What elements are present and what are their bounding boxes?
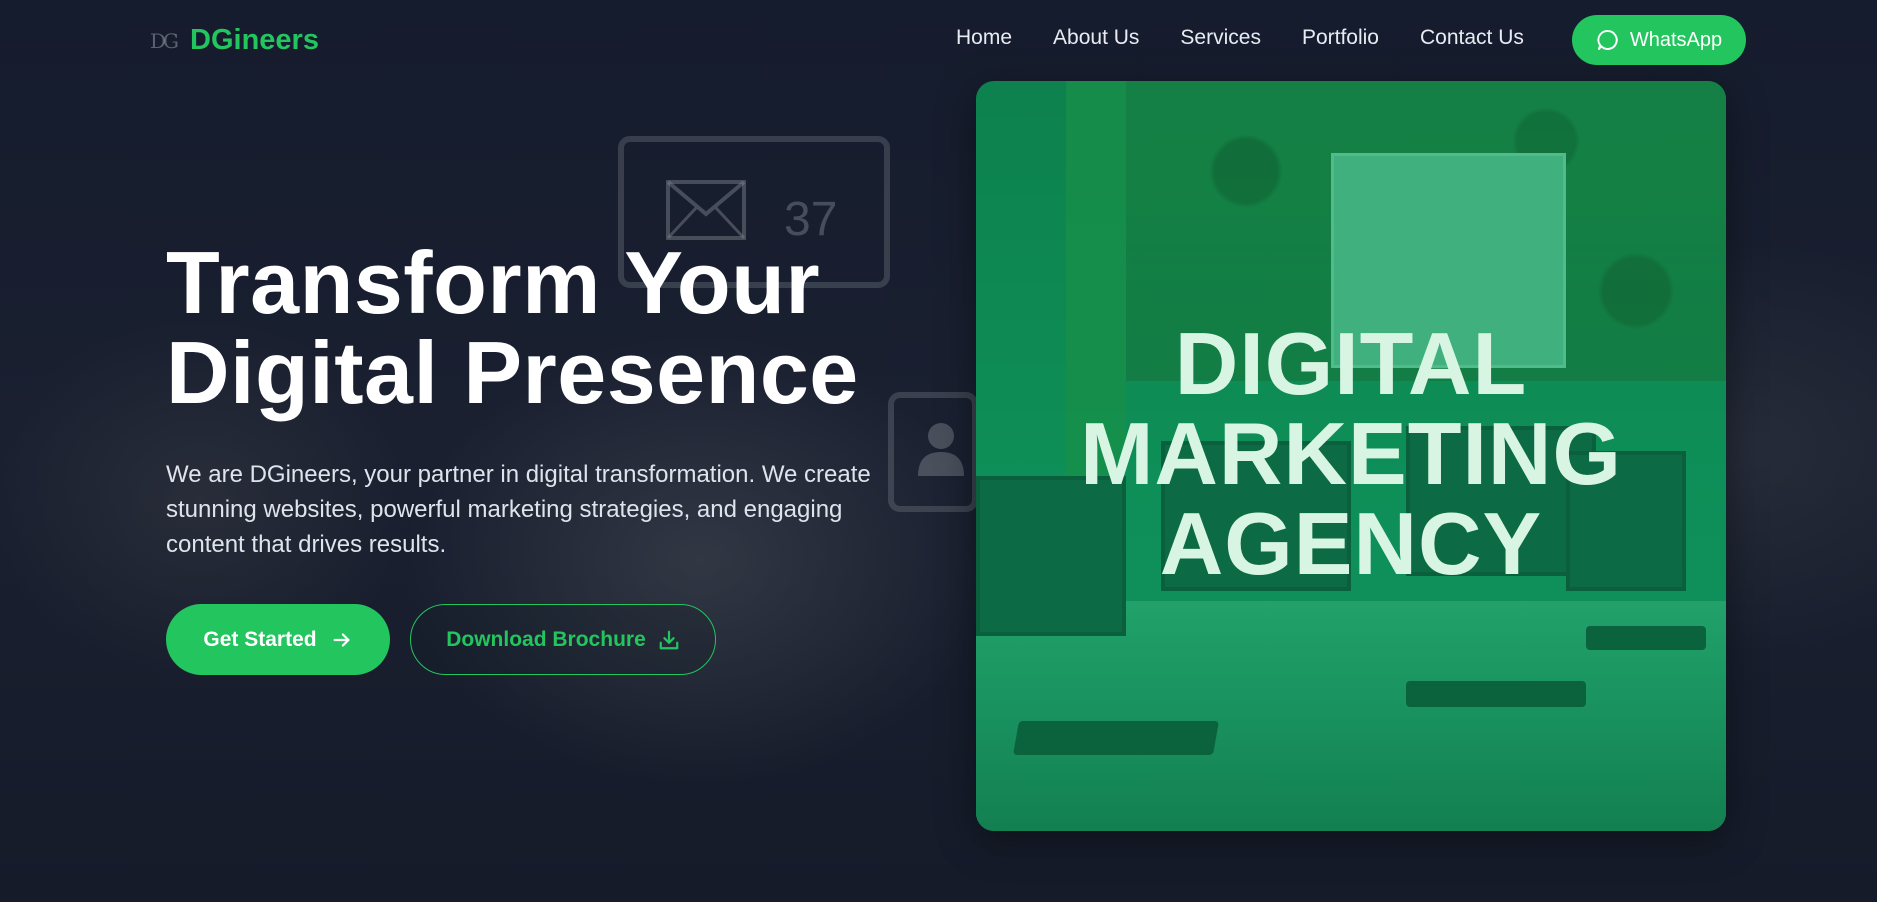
brand-logo[interactable]: DG DGineers (150, 24, 319, 57)
brand-name: DGineers (190, 24, 319, 56)
hero-office-image: DIGITAL MARKETING AGENCY (976, 81, 1726, 831)
top-navigation: DG DGineers Home About Us Services Portf… (0, 0, 1877, 80)
agency-headline: DIGITAL MARKETING AGENCY (976, 319, 1726, 589)
nav-item-portfolio[interactable]: Portfolio (1302, 26, 1379, 50)
whatsapp-label: WhatsApp (1629, 28, 1723, 51)
hero-title-line-1: Transform Your (166, 233, 821, 332)
user-icon (918, 423, 964, 476)
hero-description: We are DGineers, your partner in digital… (166, 461, 871, 558)
nav-item-home[interactable]: Home (956, 26, 1012, 50)
agency-line-1: DIGITAL (1174, 314, 1528, 413)
hero-title: Transform Your Digital Presence (166, 238, 859, 418)
download-brochure-label: Download Brochure (446, 627, 646, 651)
arrow-right-icon (333, 632, 350, 647)
logo-mark: DG (150, 28, 179, 53)
nav-menu: Home About Us Services Portfolio Contact… (956, 26, 1524, 50)
whatsapp-chat-icon (1597, 30, 1618, 50)
envelope-icon (666, 180, 746, 240)
get-started-label: Get Started (203, 627, 317, 651)
agency-line-2: MARKETING (1080, 404, 1622, 503)
whatsapp-button[interactable]: WhatsApp (1572, 15, 1746, 65)
nav-item-contact-us[interactable]: Contact Us (1420, 26, 1524, 50)
nav-item-services[interactable]: Services (1180, 26, 1261, 50)
nav-item-about-us[interactable]: About Us (1053, 26, 1139, 50)
agency-line-3: AGENCY (1159, 494, 1543, 593)
download-brochure-button[interactable]: Download Brochure (410, 604, 716, 675)
get-started-button[interactable]: Get Started (166, 604, 390, 675)
hero-title-line-2: Digital Presence (166, 323, 859, 422)
download-icon (659, 630, 679, 649)
